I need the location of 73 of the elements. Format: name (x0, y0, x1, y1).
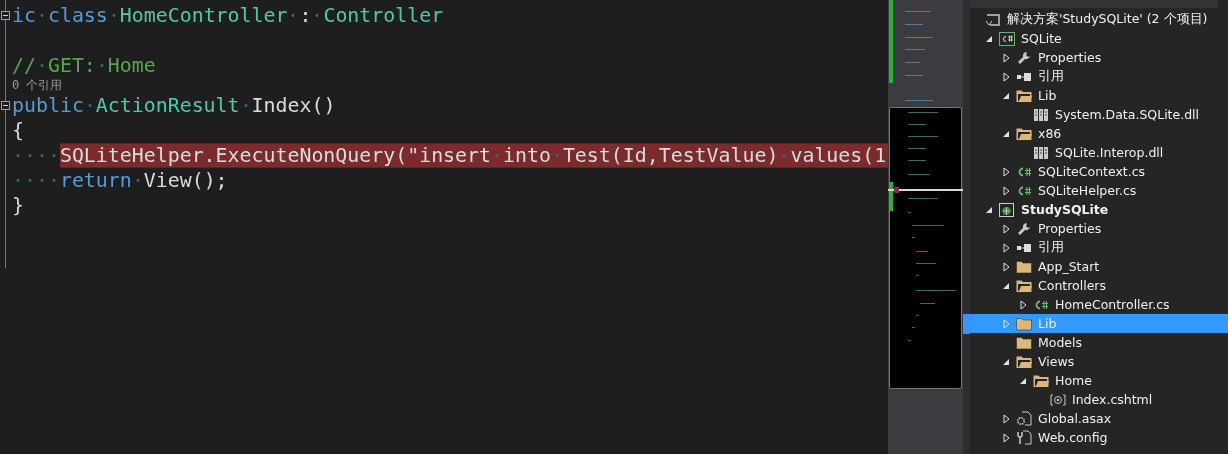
tree-item[interactable]: SQLite (970, 29, 1228, 48)
code-line: { (12, 118, 24, 143)
collapsed-arrow-icon[interactable] (1002, 261, 1010, 272)
solution-icon (984, 12, 1001, 27)
web-project-icon (998, 202, 1015, 217)
expanded-arrow-icon[interactable] (1002, 281, 1010, 290)
scroll-bar[interactable] (963, 0, 970, 454)
folder-icon (1015, 335, 1032, 350)
tree-item[interactable]: SQLite.Interop.dll (970, 143, 1228, 162)
tree-item[interactable]: 解决方案'StudySQLite' (2 个项目) (970, 10, 1228, 29)
collapse-icon[interactable] (1, 101, 10, 110)
tree-item[interactable]: Index.cshtml (970, 390, 1228, 409)
csharp-file-icon (1033, 299, 1048, 310)
code-line: public ActionResult Index() (12, 93, 336, 118)
wrench-icon (1016, 221, 1031, 236)
open-folder-icon (1015, 88, 1032, 103)
tree-item[interactable]: x86 (970, 124, 1228, 143)
tree-item[interactable]: Views (970, 352, 1228, 371)
library-icon (1033, 108, 1048, 121)
expanded-arrow-icon[interactable] (985, 34, 993, 43)
tree-item[interactable]: Lib (970, 86, 1228, 105)
tree-item[interactable]: Properties (970, 48, 1228, 67)
collapsed-arrow-icon[interactable] (1002, 52, 1010, 63)
tree-item[interactable]: SQLiteHelper.cs (970, 181, 1228, 200)
tree-item[interactable]: SQLiteContext.cs (970, 162, 1228, 181)
expanded-arrow-icon[interactable] (1002, 91, 1010, 100)
razor-file-icon (1049, 393, 1066, 406)
config-file-icon (1015, 430, 1032, 445)
tree-item[interactable]: Web.config (970, 428, 1228, 447)
collapsed-arrow-icon[interactable] (1002, 432, 1010, 443)
tree-item[interactable]: System.Data.SQLite.dll (970, 105, 1228, 124)
folder-icon (1015, 259, 1032, 274)
reference-icon (1015, 71, 1032, 82)
minimap-drawing[interactable] (888, 0, 963, 454)
tree-item[interactable]: StudySQLite (970, 200, 1228, 219)
collapsed-arrow-icon[interactable] (1002, 223, 1010, 234)
collapsed-arrow-icon[interactable] (1002, 185, 1010, 196)
expanded-arrow-icon[interactable] (1002, 357, 1010, 366)
tree-item[interactable]: Controllers (970, 276, 1228, 295)
code-line: return View(); (12, 168, 228, 193)
tree-item[interactable]: HomeController.cs (970, 295, 1228, 314)
open-folder-icon (1015, 278, 1032, 293)
collapsed-arrow-icon[interactable] (1002, 413, 1010, 424)
folder-icon (1015, 316, 1032, 331)
open-folder-icon (1015, 354, 1032, 369)
tree-item[interactable]: 引用 (970, 238, 1228, 257)
reference-icon (1015, 242, 1032, 253)
tree-item[interactable]: Models (970, 333, 1228, 352)
tree-item[interactable]: Home (970, 371, 1228, 390)
library-icon (1033, 146, 1048, 159)
open-folder-icon (1032, 373, 1049, 388)
wrench-icon (1016, 50, 1031, 65)
csharp-file-icon (1016, 185, 1031, 196)
open-folder-icon (1015, 126, 1032, 141)
expanded-arrow-icon[interactable] (985, 205, 993, 214)
expanded-arrow-icon[interactable] (1019, 376, 1027, 385)
tree-item[interactable]: Global.asax (970, 409, 1228, 428)
collapsed-arrow-icon[interactable] (1002, 242, 1010, 253)
tree-item[interactable]: Properties (970, 219, 1228, 238)
csharp-project-icon (998, 31, 1015, 46)
csharp-file-icon (1016, 166, 1031, 177)
code-line: ic class HomeController : Controller (12, 3, 444, 28)
codelens-reference-count[interactable]: 0 个引用 (12, 78, 63, 92)
expanded-arrow-icon[interactable] (1002, 129, 1010, 138)
collapse-icon[interactable] (1, 11, 10, 20)
collapsed-arrow-icon[interactable] (1019, 299, 1027, 310)
code-line: } (12, 193, 24, 218)
tree-item[interactable]: 引用 (970, 67, 1228, 86)
collapsed-arrow-icon[interactable] (1002, 71, 1010, 82)
gear-file-icon (1015, 411, 1032, 426)
code-line: // GET: Home (12, 53, 156, 78)
tree-item[interactable]: App_Start (970, 257, 1228, 276)
collapsed-arrow-icon[interactable] (1002, 166, 1010, 177)
